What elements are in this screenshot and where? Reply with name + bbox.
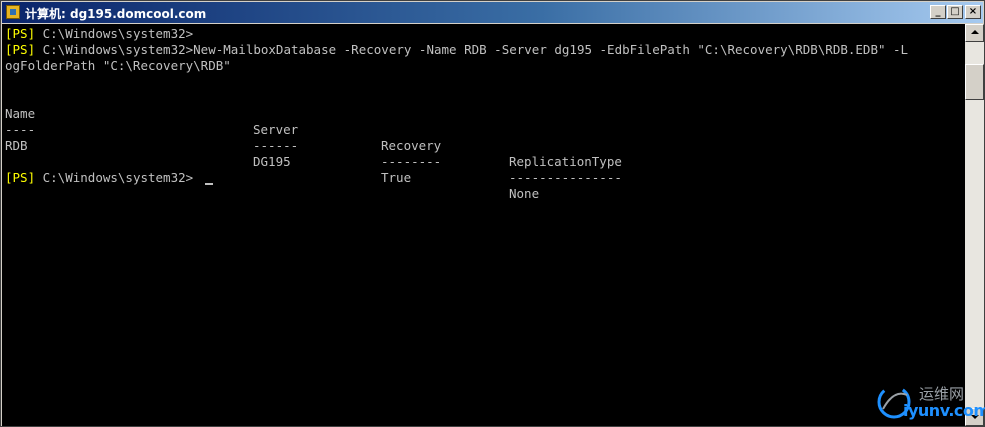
table-cell-recovery: True bbox=[381, 170, 412, 185]
console-line: ogFolderPath "C:\Recovery\RDB" bbox=[5, 58, 231, 74]
console-output[interactable]: [PS] C:\Windows\system32> [PS] C:\Window… bbox=[2, 24, 965, 426]
minimize-button[interactable]: _ bbox=[930, 5, 946, 19]
table-header-row: Name Server Recovery ReplicationType bbox=[5, 90, 965, 169]
prompt-tag: [PS] bbox=[5, 42, 36, 57]
title-bar[interactable]: 计算机: dg195.domcool.com _ □ × bbox=[2, 2, 983, 23]
table-underline: --------------- bbox=[509, 170, 622, 185]
table-header-recovery: Recovery bbox=[381, 138, 442, 153]
watermark: 运维网 iyunv.com bbox=[873, 379, 985, 425]
arrow-up-icon bbox=[971, 30, 979, 34]
watermark-en-text: iyunv.com bbox=[903, 401, 985, 420]
console-app-icon[interactable] bbox=[6, 5, 20, 19]
vertical-scrollbar[interactable] bbox=[965, 24, 984, 426]
console-line: [PS] C:\Windows\system32> bbox=[5, 26, 193, 42]
text-cursor bbox=[205, 183, 213, 185]
console-line-text: C:\Windows\system32> bbox=[35, 170, 194, 185]
maximize-button[interactable]: □ bbox=[947, 5, 963, 19]
console-line-text: C:\Windows\system32>New-MailboxDatabase … bbox=[35, 42, 909, 57]
close-button[interactable]: × bbox=[965, 5, 981, 19]
table-cell-server: DG195 bbox=[253, 154, 291, 169]
table-cell-name: RDB bbox=[5, 138, 28, 153]
table-underline: ------ bbox=[253, 138, 299, 153]
scrollbar-thumb[interactable] bbox=[965, 64, 984, 100]
prompt-tag: [PS] bbox=[5, 26, 36, 41]
console-line-text: ogFolderPath "C:\Recovery\RDB" bbox=[5, 58, 231, 73]
powershell-window: 计算机: dg195.domcool.com _ □ × [PS] C:\Win… bbox=[0, 0, 985, 427]
table-row: RDB DG195 True None bbox=[5, 122, 965, 201]
table-header-replicationtype: ReplicationType bbox=[509, 154, 622, 169]
table-underline: -------- bbox=[381, 154, 442, 169]
table-underline-row: ---- ------ -------- --------------- bbox=[5, 106, 965, 185]
console-prompt-line[interactable]: [PS] C:\Windows\system32> bbox=[5, 170, 193, 186]
console-line: [PS] C:\Windows\system32>New-MailboxData… bbox=[5, 42, 908, 58]
window-title: 计算机: dg195.domcool.com bbox=[25, 7, 207, 21]
console-line-text: C:\Windows\system32> bbox=[35, 26, 194, 41]
scroll-up-button[interactable] bbox=[965, 24, 984, 42]
table-cell-replicationtype: None bbox=[509, 186, 540, 201]
prompt-tag: [PS] bbox=[5, 170, 36, 185]
